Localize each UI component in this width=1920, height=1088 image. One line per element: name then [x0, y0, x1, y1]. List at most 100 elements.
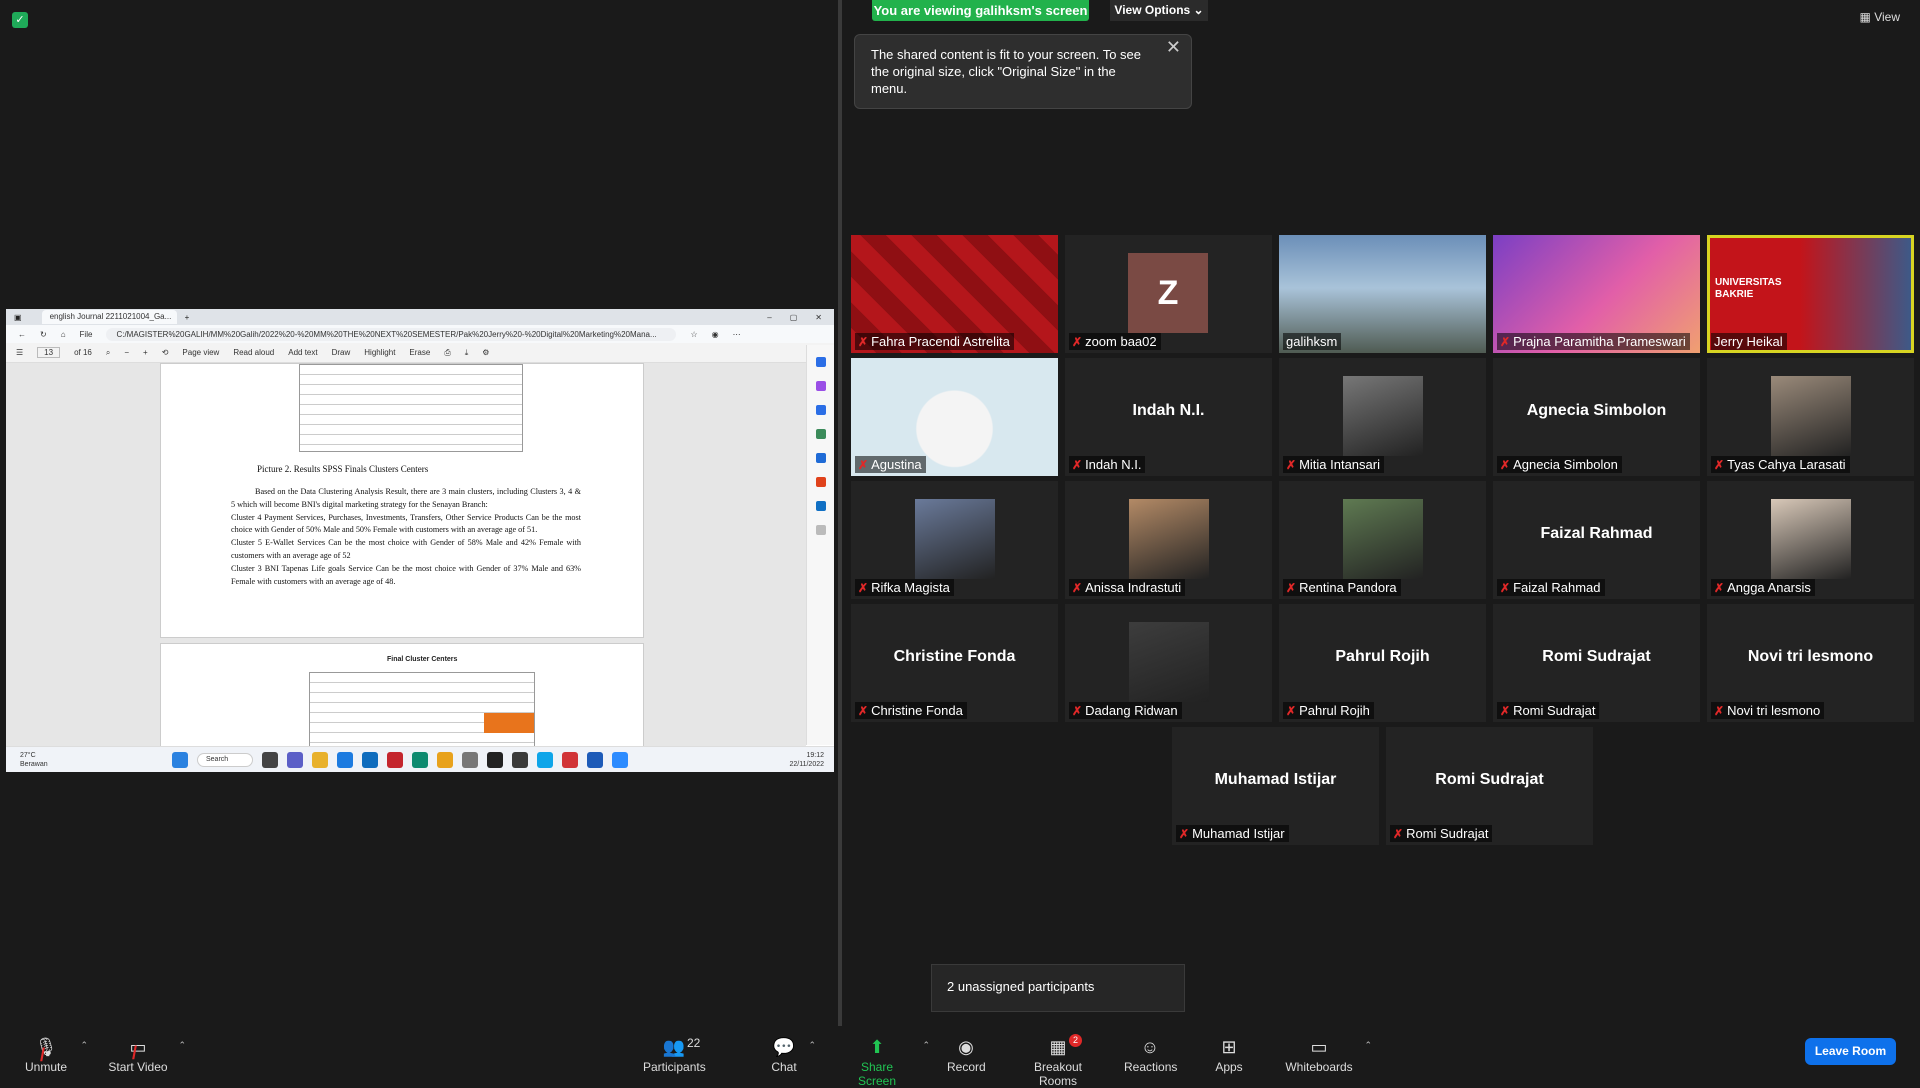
chrome-icon[interactable]	[437, 752, 453, 768]
tool-page-view[interactable]: Page view	[182, 348, 219, 357]
participant-tile[interactable]: Muhamad Istijar✗Muhamad Istijar	[1172, 727, 1379, 845]
app-icon[interactable]	[337, 752, 353, 768]
minimize-icon[interactable]: –	[767, 313, 771, 322]
favorite-icon[interactable]: ☆	[690, 330, 697, 339]
weather-widget[interactable]: 27°C Berawan	[6, 751, 146, 769]
participant-tile[interactable]: ✗Dadang Ridwan	[1065, 604, 1272, 722]
chevron-up-icon[interactable]: ⌃	[80, 1040, 88, 1051]
participant-tile[interactable]: ✗Rentina Pandora	[1279, 481, 1486, 599]
participant-label: ✗Angga Anarsis	[1711, 579, 1815, 596]
leave-room-button[interactable]: Leave Room	[1805, 1038, 1896, 1065]
chat-button[interactable]: 💬 Chat ⌃	[770, 1034, 798, 1074]
reactions-button[interactable]: ☺ Reactions	[1124, 1034, 1176, 1074]
settings-icon[interactable]	[462, 752, 478, 768]
view-options-button[interactable]: View Options ⌄	[1110, 0, 1208, 21]
close-icon[interactable]: ✕	[815, 313, 822, 322]
games-icon[interactable]	[816, 453, 826, 463]
tool-erase[interactable]: Erase	[409, 348, 430, 357]
mic-muted-icon: ✗	[858, 335, 868, 349]
split-divider[interactable]	[838, 0, 842, 1028]
participant-tile[interactable]: ✗Tyas Cahya Larasati	[1707, 358, 1914, 476]
tool-highlight[interactable]: Highlight	[364, 348, 395, 357]
profile-icon[interactable]: ◉	[712, 330, 719, 339]
shield-icon[interactable]: ✓	[12, 12, 28, 28]
refresh-icon[interactable]: ↻	[40, 330, 47, 339]
apps-button[interactable]: ⊞ Apps	[1214, 1034, 1244, 1074]
participant-tile[interactable]: Romi Sudrajat✗Romi Sudrajat	[1386, 727, 1593, 845]
shopping-icon[interactable]	[816, 405, 826, 415]
participant-tile[interactable]: ✗Angga Anarsis	[1707, 481, 1914, 599]
maximize-icon[interactable]: ▢	[790, 313, 798, 322]
tool-add-text[interactable]: Add text	[288, 348, 317, 357]
participant-tile[interactable]: ✗Rifka Magista	[851, 481, 1058, 599]
zoom-out-icon[interactable]: −	[124, 348, 129, 357]
taskbar-search[interactable]: Search	[197, 753, 253, 767]
participant-tile[interactable]: galihksm	[1279, 235, 1486, 353]
powerpoint-icon[interactable]	[562, 752, 578, 768]
pdf-viewport[interactable]: Picture 2. Results SPSS Finals Clusters …	[6, 363, 806, 746]
save-icon[interactable]: ⤓	[465, 348, 469, 358]
view-button[interactable]: ▦ View	[1860, 10, 1900, 24]
record-button[interactable]: ◉ Record	[947, 1034, 985, 1074]
calculator-icon[interactable]	[512, 752, 528, 768]
participant-tile[interactable]: ✗Agustina	[851, 358, 1058, 476]
participant-tile[interactable]: Faizal Rahmad✗Faizal Rahmad	[1493, 481, 1700, 599]
taskbar-clock[interactable]: 19:12 22/11/2022	[789, 751, 834, 769]
copilot-icon[interactable]	[816, 381, 826, 391]
back-icon[interactable]: ←	[18, 330, 26, 339]
participant-tile[interactable]: Indah N.I.✗Indah N.I.	[1065, 358, 1272, 476]
url-field[interactable]: C:/MAGISTER%20GALIH/MM%20Galih/2022%20-%…	[106, 328, 676, 341]
search-icon[interactable]: ⌕	[106, 348, 110, 358]
tool-read-aloud[interactable]: Read aloud	[233, 348, 274, 357]
terminal-icon[interactable]	[487, 752, 503, 768]
start-icon[interactable]	[172, 752, 188, 768]
unassigned-participants-popup[interactable]: 2 unassigned participants	[931, 964, 1185, 1012]
outlook-icon[interactable]	[816, 501, 826, 511]
taskview-icon[interactable]	[262, 752, 278, 768]
edge-icon[interactable]	[412, 752, 428, 768]
tool-draw[interactable]: Draw	[332, 348, 351, 357]
participant-tile[interactable]: ✗Fahra Pracendi Astrelita	[851, 235, 1058, 353]
more-icon[interactable]: ⋯	[733, 330, 741, 339]
close-icon[interactable]: ✕	[1166, 39, 1181, 56]
search-icon[interactable]	[816, 357, 826, 367]
chevron-up-icon[interactable]: ⌃	[178, 1040, 186, 1051]
folder-icon[interactable]	[312, 752, 328, 768]
participant-tile[interactable]: Romi Sudrajat✗Romi Sudrajat	[1493, 604, 1700, 722]
contents-icon[interactable]: ☰	[16, 348, 23, 357]
add-icon[interactable]	[816, 525, 826, 535]
participant-tile[interactable]: Z✗zoom baa02	[1065, 235, 1272, 353]
chevron-up-icon[interactable]: ⌃	[1364, 1040, 1372, 1051]
shared-screen[interactable]: ▣ english Journal 2211021004_Ga... + – ▢…	[6, 309, 834, 772]
zoom-icon[interactable]	[612, 752, 628, 768]
antivirus-icon[interactable]	[387, 752, 403, 768]
participant-tile[interactable]: Christine Fonda✗Christine Fonda	[851, 604, 1058, 722]
participant-tile[interactable]: Pahrul Rojih✗Pahrul Rojih	[1279, 604, 1486, 722]
participants-button[interactable]: 👥 22 Participants	[643, 1034, 705, 1074]
print-icon[interactable]: ⎙	[444, 348, 450, 358]
participant-tile[interactable]: ✗Anissa Indrastuti	[1065, 481, 1272, 599]
office-icon[interactable]	[816, 477, 826, 487]
participant-tile[interactable]: ✗Mitia Intansari	[1279, 358, 1486, 476]
chevron-up-icon[interactable]: ⌃	[922, 1040, 930, 1051]
whiteboards-button[interactable]: ▭ Whiteboards ⌃	[1284, 1034, 1354, 1074]
tools-icon[interactable]	[816, 429, 826, 439]
skype-icon[interactable]	[537, 752, 553, 768]
mail-icon[interactable]	[362, 752, 378, 768]
new-tab-icon[interactable]: +	[185, 313, 190, 322]
start-video-button[interactable]: ▭/ Start Video ⌃	[108, 1034, 168, 1074]
teams-icon[interactable]	[287, 752, 303, 768]
participant-tile[interactable]: Agnecia Simbolon✗Agnecia Simbolon	[1493, 358, 1700, 476]
settings-icon[interactable]: ⚙	[482, 348, 489, 357]
rotate-icon[interactable]: ⟲	[162, 348, 169, 357]
participant-tile[interactable]: UNIVERSITASBAKRIEJerry Heikal	[1707, 235, 1914, 353]
participant-tile[interactable]: ✗Prajna Paramitha Prameswari	[1493, 235, 1700, 353]
page-number-input[interactable]: 13	[37, 347, 60, 358]
browser-tab[interactable]: english Journal 2211021004_Ga...	[42, 310, 177, 324]
chevron-up-icon[interactable]: ⌃	[808, 1040, 816, 1051]
zoom-in-icon[interactable]: +	[143, 348, 148, 357]
participant-tile[interactable]: Novi tri lesmono✗Novi tri lesmono	[1707, 604, 1914, 722]
word-icon[interactable]	[587, 752, 603, 768]
home-icon[interactable]: ⌂	[61, 330, 66, 339]
unmute-button[interactable]: 🎙/ Unmute ⌃	[22, 1034, 70, 1074]
